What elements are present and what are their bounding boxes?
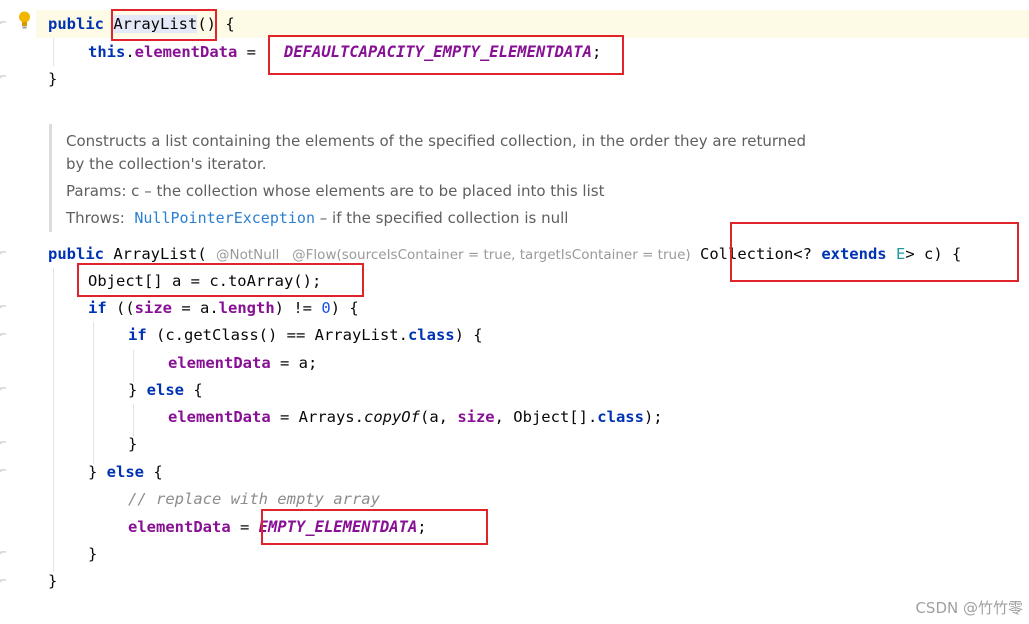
- indent-guide: [53, 268, 54, 572]
- code-text: );: [643, 408, 663, 426]
- code-text: =: [237, 43, 266, 61]
- number-zero: 0: [321, 299, 331, 317]
- indent-guide: [93, 322, 94, 464]
- javadoc-bar: [49, 124, 52, 232]
- code-text: =: [230, 518, 259, 536]
- fold-marker-icon[interactable]: ⌐: [0, 246, 10, 259]
- fold-marker-icon[interactable]: ⌐: [0, 382, 10, 395]
- code-text: }: [48, 70, 58, 88]
- fold-marker-icon[interactable]: ⌐: [0, 70, 10, 83]
- code-text: = a;: [270, 354, 318, 372]
- code-text: = a.: [172, 299, 219, 317]
- method-copyof: copyOf: [363, 408, 420, 426]
- code-line-assign-a[interactable]: elementData = a;: [168, 350, 317, 376]
- code-text: .: [125, 43, 135, 61]
- fold-marker-icon[interactable]: ⌐: [0, 464, 10, 477]
- code-text: {: [144, 463, 163, 481]
- annotation-box-collection-param: [730, 222, 1019, 282]
- fold-marker-icon[interactable]: ⌐: [0, 436, 10, 449]
- javadoc-throws-link[interactable]: NullPointerException: [134, 209, 315, 227]
- code-line-close-inner[interactable]: }: [128, 431, 137, 457]
- keyword-class: class: [407, 326, 455, 344]
- indent-guide: [53, 38, 54, 66]
- javadoc-throws-label: Throws:: [66, 209, 125, 227]
- code-line-assign-copyof[interactable]: elementData = Arrays.copyOf(a, size, Obj…: [168, 404, 663, 430]
- keyword-class: class: [597, 408, 644, 426]
- annotation-box-toarray: [77, 263, 364, 297]
- code-line-ctor1-close[interactable]: }: [48, 66, 57, 92]
- field-elementdata: elementData: [168, 408, 271, 426]
- fold-marker-icon[interactable]: ⌐: [0, 546, 10, 559]
- keyword-public: public: [48, 245, 104, 263]
- code-text: ) {: [330, 299, 359, 317]
- fold-marker-icon[interactable]: ⌐: [0, 574, 10, 587]
- field-length: length: [218, 299, 275, 317]
- keyword-public: public: [48, 15, 104, 33]
- annotation-box-arraylist: [111, 9, 217, 41]
- code-text: = Arrays.: [270, 408, 364, 426]
- code-text: }: [48, 572, 58, 590]
- field-elementdata: elementData: [168, 354, 271, 372]
- code-text: ((: [106, 299, 135, 317]
- code-line-else-outer[interactable]: } else {: [88, 459, 163, 485]
- javadoc-throws: Throws: NullPointerException – if the sp…: [66, 209, 568, 227]
- code-text: ) {: [454, 326, 483, 344]
- annotation-box-empty-elementdata: [261, 509, 488, 545]
- javadoc-line-2: by the collection's iterator.: [66, 155, 267, 173]
- code-line-close-ctor2[interactable]: }: [48, 568, 57, 594]
- code-line-close-else[interactable]: }: [88, 541, 97, 567]
- keyword-else: else: [106, 463, 144, 481]
- keyword-this: this: [88, 43, 126, 61]
- fold-marker-icon[interactable]: ⌐: [0, 328, 10, 341]
- code-text: ArrayList(: [104, 245, 216, 263]
- javadoc-params: Params: c – the collection whose element…: [66, 182, 604, 200]
- keyword-if: if: [88, 299, 107, 317]
- keyword-if: if: [128, 326, 147, 344]
- javadoc-params-text: c – the collection whose elements are to…: [126, 182, 605, 200]
- code-text: ) !=: [274, 299, 322, 317]
- code-text: (c.getClass() == ArrayList.: [146, 326, 408, 344]
- javadoc-params-label: Params:: [66, 182, 127, 200]
- code-comment: // replace with empty array: [128, 490, 380, 508]
- code-text: }: [128, 435, 138, 453]
- code-text: }: [88, 545, 98, 563]
- javadoc-line-1: Constructs a list containing the element…: [66, 132, 807, 150]
- javadoc-throws-text: – if the specified collection is null: [315, 209, 569, 227]
- fold-marker-icon[interactable]: ⌐: [0, 300, 10, 313]
- field-size: size: [457, 408, 495, 426]
- lightbulb-icon[interactable]: [18, 10, 31, 30]
- code-text: }: [88, 463, 107, 481]
- fold-marker-icon[interactable]: ⌐: [0, 16, 10, 29]
- field-size: size: [134, 299, 172, 317]
- code-text: (a,: [419, 408, 458, 426]
- code-line-else-inner[interactable]: } else {: [128, 377, 203, 403]
- field-elementdata: elementData: [128, 518, 231, 536]
- code-text: {: [184, 381, 203, 399]
- code-line-if-getclass[interactable]: if (c.getClass() == ArrayList.class) {: [128, 322, 483, 348]
- annotation-box-defaultcapacity: [268, 35, 624, 75]
- inline-annotations: @NotNull @Flow(sourceIsContainer = true,…: [215, 247, 691, 263]
- code-text: }: [128, 381, 147, 399]
- code-text: , Object[].: [494, 408, 598, 426]
- keyword-else: else: [146, 381, 184, 399]
- code-line-if-size[interactable]: if ((size = a.length) != 0) {: [88, 295, 359, 321]
- csdn-watermark: CSDN @竹竹零: [915, 599, 1023, 617]
- field-elementdata: elementData: [134, 43, 238, 61]
